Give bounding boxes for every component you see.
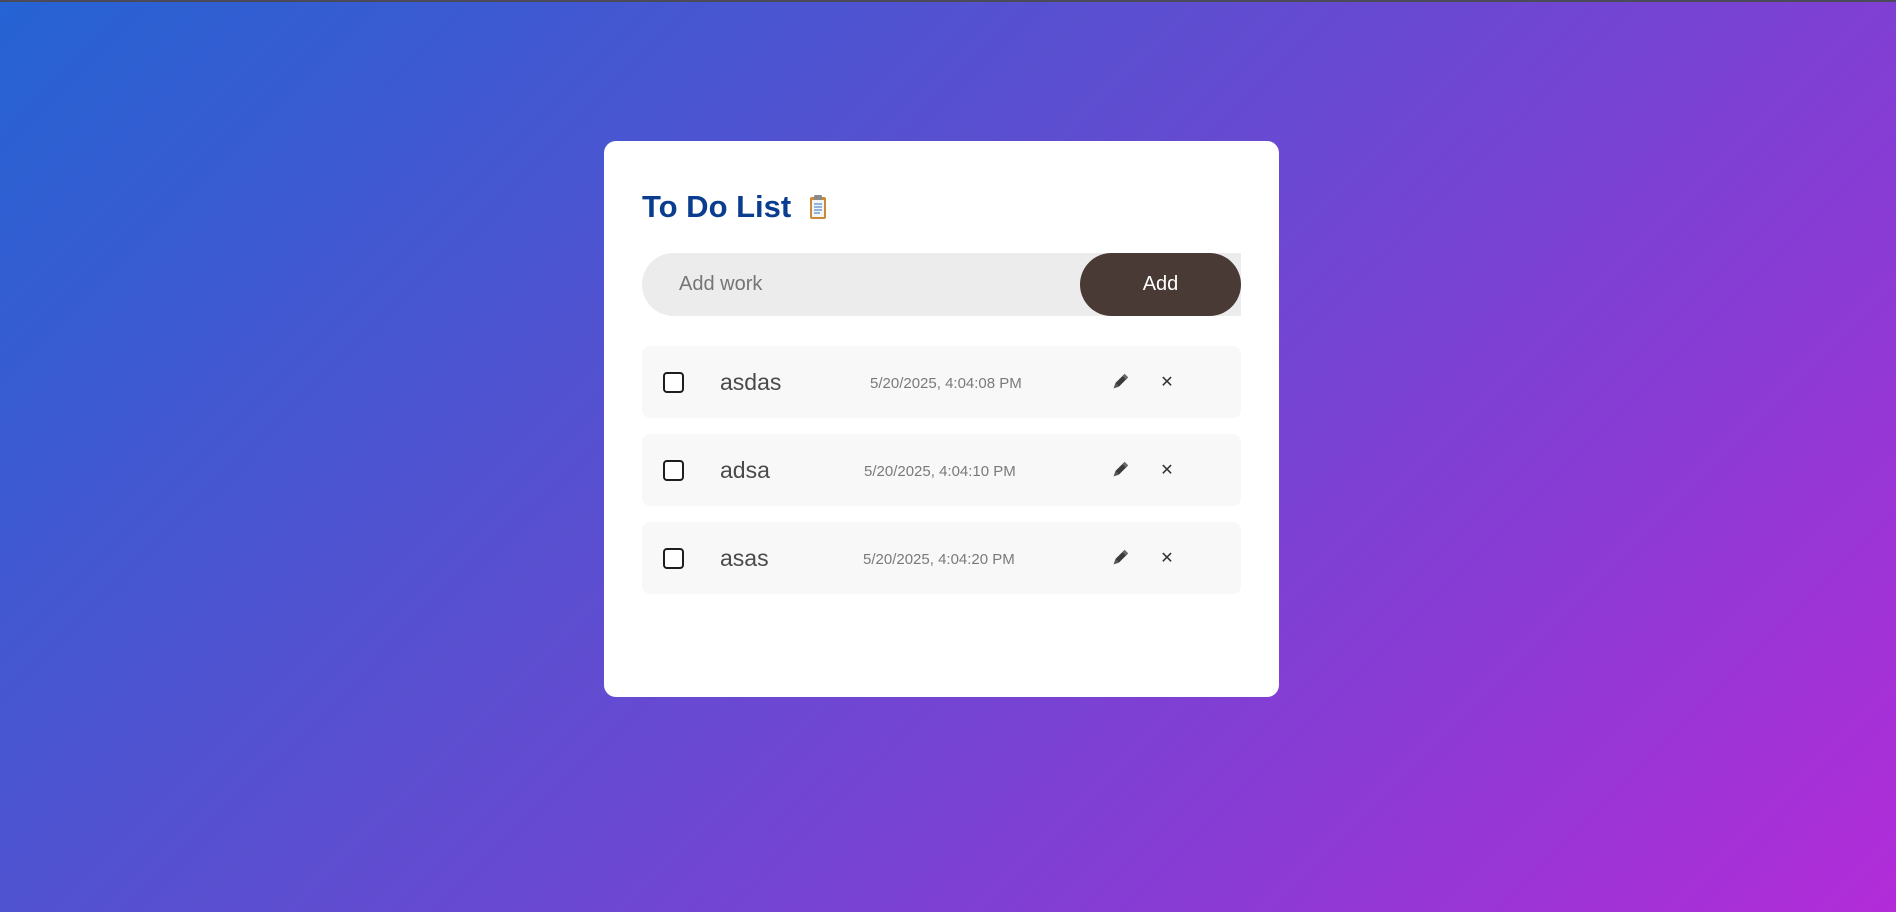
title-row: To Do List	[642, 189, 827, 225]
task-item: asas 5/20/2025, 4:04:20 PM ✕	[642, 522, 1241, 594]
pencil-icon[interactable]	[1110, 548, 1130, 568]
pencil-icon[interactable]	[1110, 372, 1130, 392]
task-item: asdas 5/20/2025, 4:04:08 PM ✕	[642, 346, 1241, 418]
task-text: asdas	[720, 369, 782, 395]
add-work-form: Add	[642, 253, 1241, 316]
close-icon[interactable]: ✕	[1159, 547, 1175, 569]
close-icon[interactable]: ✕	[1159, 459, 1175, 481]
task-timestamp: 5/20/2025, 4:04:20 PM	[863, 551, 1015, 568]
task-timestamp: 5/20/2025, 4:04:10 PM	[864, 463, 1016, 480]
clipboard-icon	[809, 194, 827, 220]
task-checkbox[interactable]	[663, 548, 684, 569]
task-checkbox[interactable]	[663, 372, 684, 393]
task-text: adsa	[720, 457, 770, 483]
task-list: asdas 5/20/2025, 4:04:08 PM ✕ adsa 5/20/…	[642, 346, 1241, 610]
window-top-border	[0, 0, 1896, 2]
add-button[interactable]: Add	[1080, 253, 1241, 316]
task-item: adsa 5/20/2025, 4:04:10 PM ✕	[642, 434, 1241, 506]
close-icon[interactable]: ✕	[1159, 371, 1175, 393]
task-timestamp: 5/20/2025, 4:04:08 PM	[870, 375, 1022, 392]
task-checkbox[interactable]	[663, 460, 684, 481]
page-title: To Do List	[642, 189, 792, 224]
todo-card: To Do List Add asdas 5/20/2025, 4:04:08 …	[604, 141, 1279, 697]
pencil-icon[interactable]	[1110, 460, 1130, 480]
task-text: asas	[720, 545, 769, 571]
